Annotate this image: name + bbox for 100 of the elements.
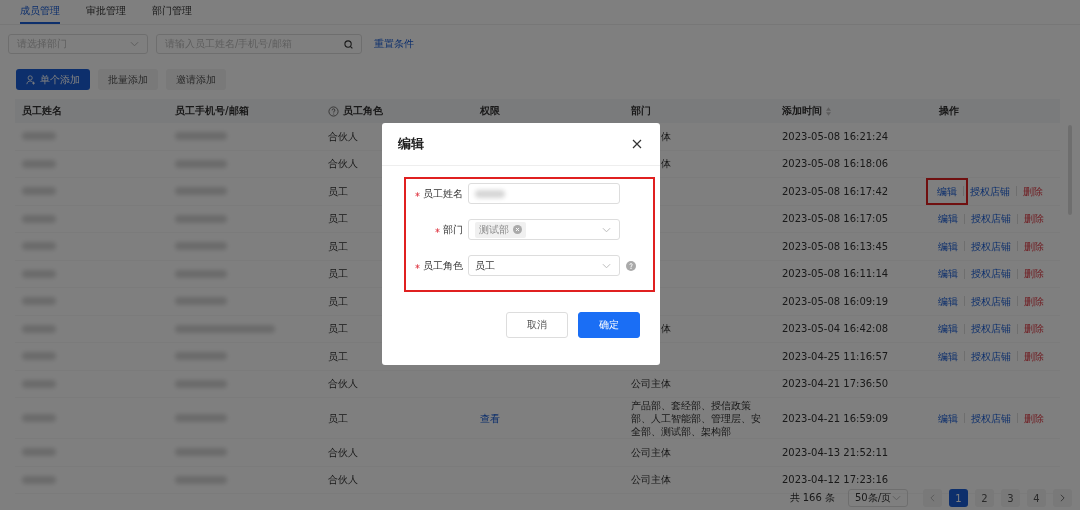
action-link[interactable]: 编辑 bbox=[936, 319, 960, 339]
action-link[interactable]: 授权店铺 bbox=[969, 346, 1013, 366]
action-link[interactable]: 授权店铺 bbox=[969, 319, 1013, 339]
page-button[interactable]: 1 bbox=[949, 489, 968, 507]
delete-link[interactable]: 删除 bbox=[1022, 291, 1046, 311]
field-label: 员工角色 bbox=[423, 259, 463, 271]
action-link[interactable]: 授权店铺 bbox=[969, 408, 1013, 428]
action-link[interactable]: 编辑 bbox=[936, 209, 960, 229]
column-header: 员工姓名 bbox=[22, 104, 62, 118]
help-icon bbox=[328, 105, 339, 117]
table-cell: 合伙人 bbox=[328, 158, 358, 170]
page-button[interactable]: 2 bbox=[975, 489, 994, 507]
table-cell: 2023-04-25 11:16:57 bbox=[782, 350, 889, 362]
table-cell: 2023-04-13 21:52:11 bbox=[782, 446, 889, 458]
table-cell: 2023-05-04 16:42:08 bbox=[782, 323, 889, 335]
table-cell: 2023-05-08 16:09:19 bbox=[782, 295, 889, 307]
dialog-title: 编辑 bbox=[398, 135, 424, 153]
action-link[interactable]: 编辑 bbox=[936, 291, 960, 311]
table-cell: 合伙人 bbox=[328, 474, 358, 486]
table-cell: 员工 bbox=[328, 295, 348, 307]
table-cell: 合伙人 bbox=[328, 446, 358, 458]
table-cell: 2023-05-08 16:17:05 bbox=[782, 213, 889, 225]
add-user-icon bbox=[26, 74, 36, 85]
action-link[interactable]: 编辑 bbox=[936, 408, 960, 428]
reset-link[interactable]: 重置条件 bbox=[370, 37, 418, 51]
action-link[interactable]: 编辑 bbox=[936, 346, 960, 366]
tab[interactable]: 部门管理 bbox=[152, 0, 192, 24]
delete-link[interactable]: 删除 bbox=[1022, 209, 1046, 229]
prev-page-button[interactable] bbox=[923, 489, 942, 507]
total-count: 共 166 条 bbox=[789, 491, 835, 505]
delete-link[interactable]: 删除 bbox=[1021, 181, 1045, 201]
table-cell: 2023-05-08 16:11:14 bbox=[782, 268, 889, 280]
chevron-down-icon bbox=[602, 262, 611, 269]
close-icon bbox=[632, 139, 642, 149]
table-cell: 员工 bbox=[328, 412, 348, 424]
table-cell: 2023-04-21 17:36:50 bbox=[782, 378, 889, 390]
page-size-select[interactable]: 50条/页 bbox=[848, 489, 908, 507]
delete-link[interactable]: 删除 bbox=[1022, 408, 1046, 428]
tab[interactable]: 成员管理 bbox=[20, 0, 60, 24]
table-cell: 2023-05-08 16:13:45 bbox=[782, 240, 889, 252]
delete-link[interactable]: 删除 bbox=[1022, 319, 1046, 339]
action-link[interactable]: 编辑 bbox=[928, 179, 966, 203]
table-cell: 2023-04-21 16:59:09 bbox=[782, 412, 889, 424]
table-cell: 公司主体 bbox=[631, 474, 671, 486]
table-cell: 公司主体 bbox=[631, 378, 671, 390]
field-label: 员工姓名 bbox=[423, 187, 463, 199]
action-link[interactable]: 授权店铺 bbox=[969, 236, 1013, 256]
field-label: 部门 bbox=[443, 223, 463, 235]
table-cell: 体 bbox=[661, 323, 671, 335]
page-button[interactable]: 4 bbox=[1027, 489, 1046, 507]
table-cell: 2023-05-08 16:21:24 bbox=[782, 130, 889, 142]
table-cell: 2023-05-08 16:18:06 bbox=[782, 158, 889, 170]
add-button[interactable]: 邀请添加 bbox=[166, 69, 226, 90]
table-cell: 员工 bbox=[328, 350, 348, 362]
action-link[interactable]: 授权店铺 bbox=[969, 291, 1013, 311]
clear-icon[interactable] bbox=[513, 225, 522, 234]
chevron-right-icon bbox=[1060, 494, 1065, 502]
table-cell: 员工 bbox=[328, 185, 348, 197]
chevron-left-icon bbox=[930, 494, 935, 502]
table-cell: 合伙人 bbox=[328, 378, 358, 390]
sort-icon[interactable] bbox=[826, 106, 831, 116]
action-link[interactable]: 编辑 bbox=[936, 264, 960, 284]
action-link[interactable]: 编辑 bbox=[936, 236, 960, 256]
action-link[interactable]: 授权店铺 bbox=[969, 264, 1013, 284]
column-header: 员工角色 bbox=[343, 104, 383, 118]
view-link[interactable]: 查看 bbox=[480, 412, 500, 424]
table-cell: 合伙人 bbox=[328, 130, 358, 142]
table-cell: 公司主体 bbox=[631, 446, 671, 458]
column-header: 部门 bbox=[631, 104, 651, 118]
delete-link[interactable]: 删除 bbox=[1022, 236, 1046, 256]
role-select[interactable]: 员工 bbox=[468, 255, 620, 276]
column-header: 员工手机号/邮箱 bbox=[175, 104, 249, 118]
page-button[interactable]: 3 bbox=[1001, 489, 1020, 507]
close-button[interactable] bbox=[632, 139, 642, 149]
table-cell: 体 bbox=[661, 158, 671, 170]
table-cell: 员工 bbox=[328, 268, 348, 280]
department-tag: 测试部 bbox=[475, 221, 526, 238]
table-cell: 体 bbox=[661, 130, 671, 142]
column-header: 权限 bbox=[480, 104, 500, 118]
blurred-text bbox=[475, 189, 505, 198]
add-button[interactable]: 单个添加 bbox=[16, 69, 90, 90]
action-link[interactable]: 授权店铺 bbox=[968, 181, 1012, 201]
search-icon[interactable] bbox=[344, 39, 353, 49]
column-header: 添加时间 bbox=[782, 104, 822, 118]
table-cell: 产品部、套经部、授信政策部、人工智能部、管理层、安全部、测试部、架构部 bbox=[631, 399, 761, 437]
cancel-button[interactable]: 取消 bbox=[506, 312, 568, 338]
confirm-button[interactable]: 确定 bbox=[578, 312, 640, 338]
name-field[interactable] bbox=[468, 183, 620, 204]
next-page-button[interactable] bbox=[1053, 489, 1072, 507]
delete-link[interactable]: 删除 bbox=[1022, 346, 1046, 366]
table-cell: 员工 bbox=[328, 323, 348, 335]
tab[interactable]: 审批管理 bbox=[86, 0, 126, 24]
chevron-down-icon bbox=[130, 41, 139, 47]
table-cell: 2023-05-08 16:17:42 bbox=[782, 185, 889, 197]
action-link[interactable]: 授权店铺 bbox=[969, 209, 1013, 229]
add-button[interactable]: 批量添加 bbox=[98, 69, 158, 90]
table-cell: 员工 bbox=[328, 240, 348, 252]
department-select[interactable]: 测试部 bbox=[468, 219, 620, 240]
table-cell: 员工 bbox=[328, 213, 348, 225]
delete-link[interactable]: 删除 bbox=[1022, 264, 1046, 284]
